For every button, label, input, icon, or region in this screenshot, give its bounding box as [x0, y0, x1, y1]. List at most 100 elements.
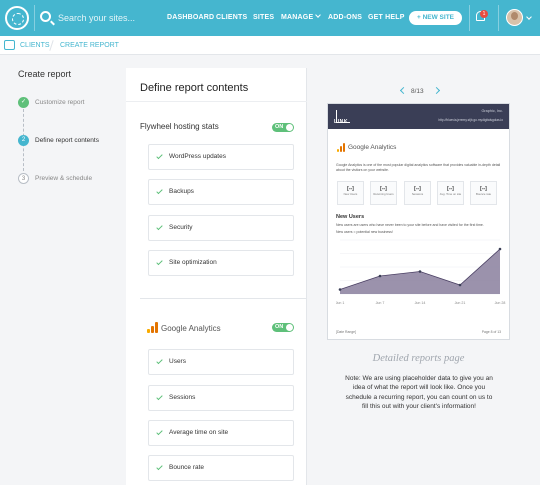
chevron-right-icon[interactable] — [432, 86, 441, 95]
breadcrumb-clients[interactable]: CLIENTS — [20, 42, 50, 49]
check-icon — [156, 223, 163, 231]
check-icon — [156, 357, 163, 365]
google-analytics-icon — [337, 143, 346, 152]
flywheel-logo-icon[interactable] — [5, 6, 29, 30]
report-item-backups[interactable]: Backups — [148, 179, 294, 205]
chart-x-tick-label: Jun 7 — [376, 301, 385, 305]
report-section-title: New Users — [336, 214, 365, 220]
check-icon — [156, 428, 163, 436]
report-date-range: [Date Range] — [336, 330, 356, 334]
toggle-label: ON — [275, 124, 284, 130]
item-label: Bounce rate — [169, 464, 205, 471]
chart-point — [338, 288, 342, 291]
chart-x-tick-label: Jun 21 — [455, 301, 466, 305]
step-complete-check-icon: ✓ — [18, 97, 29, 108]
ga-bar — [337, 149, 339, 152]
metric-card: [--] Bounce rate — [470, 181, 497, 205]
report-item-users[interactable]: Users — [148, 349, 294, 375]
nav-manage-label: MANAGE — [281, 14, 314, 21]
report-item-bounce-rate[interactable]: Bounce rate — [148, 455, 294, 481]
analytics-toggle[interactable]: ON — [272, 323, 294, 332]
avatar[interactable] — [506, 9, 523, 26]
divider — [469, 5, 470, 31]
preview-note: Note: We are using placeholder data to g… — [345, 375, 493, 410]
chevron-down-icon — [315, 12, 322, 18]
report-item-wordpress-updates[interactable]: WordPress updates — [148, 144, 294, 170]
nav-add-ons[interactable]: ADD-ONS — [328, 14, 362, 21]
new-users-chart: Jun 1 Jun 7 Jun 14 Jun 21 Jun 28 — [336, 239, 506, 305]
step-customize-report[interactable]: Customize report — [35, 99, 85, 106]
toggle-knob — [286, 124, 293, 131]
report-preview-page: LINK Graphic, Inc. http://bluevia.jeremy… — [327, 103, 510, 340]
chart-x-tick-label: Jun 14 — [415, 301, 426, 305]
nav-sites[interactable]: SITES — [253, 14, 274, 21]
report-section-text: New users are users who have never been … — [336, 223, 484, 227]
report-item-security[interactable]: Security — [148, 215, 294, 241]
chevron-down-icon[interactable] — [526, 14, 532, 20]
check-icon — [156, 187, 163, 195]
item-label: Security — [169, 224, 193, 231]
divider — [498, 5, 499, 31]
notification-badge: 1 — [480, 10, 488, 18]
metric-card: [--] Avg. Time on site — [437, 181, 464, 205]
top-navigation-bar: DASHBOARD CLIENTS SITES MANAGE ADD-ONS G… — [0, 0, 540, 36]
metric-label: New Users — [343, 192, 358, 196]
divider — [126, 101, 307, 102]
divider — [34, 5, 35, 31]
search-icon[interactable] — [40, 11, 51, 22]
ga-bar — [343, 143, 345, 152]
check-icon — [156, 152, 163, 160]
google-analytics-icon — [147, 322, 158, 333]
report-header: LINK Graphic, Inc. http://bluevia.jeremy… — [328, 104, 509, 129]
flywheel-toggle[interactable]: ON — [272, 123, 294, 132]
report-section-text: New users = potential new business! — [336, 230, 393, 234]
check-icon — [156, 258, 163, 266]
step-define-report-contents[interactable]: Define report contents — [35, 137, 99, 144]
chart-point — [418, 270, 422, 273]
nav-dashboard[interactable]: DASHBOARD — [167, 14, 214, 21]
clients-icon — [4, 40, 15, 50]
metric-card: [--] Returning Users — [370, 181, 397, 205]
item-label: Backups — [169, 188, 194, 195]
report-logo-text: LINK — [334, 119, 349, 125]
item-label: Site optimization — [169, 259, 217, 266]
ga-bar — [151, 326, 154, 333]
chart-point — [498, 247, 502, 251]
breadcrumb: CLIENTS CREATE REPORT — [0, 36, 540, 55]
item-label: Average time on site — [169, 429, 229, 436]
analytics-section-title: Google Analytics — [161, 324, 221, 333]
metric-card: [--] New Users — [337, 181, 364, 205]
ga-bar — [147, 329, 150, 333]
report-url: http://bluevia.jeremy.stjb.go.mydigitals… — [438, 118, 503, 122]
page-indicator: 8/13 — [411, 88, 424, 95]
nav-clients[interactable]: CLIENTS — [216, 14, 247, 21]
report-item-average-time[interactable]: Average time on site — [148, 420, 294, 446]
page-title: Create report — [18, 69, 72, 79]
breadcrumb-create-report[interactable]: CREATE REPORT — [60, 42, 119, 49]
report-client-name: Graphic, Inc. — [481, 109, 503, 113]
chart-x-tick-label: Jun 28 — [495, 301, 506, 305]
chevron-left-icon[interactable] — [399, 86, 408, 95]
metric-label: Avg. Time on site — [439, 192, 462, 196]
item-label: WordPress updates — [169, 153, 226, 160]
new-site-button[interactable]: + NEW SITE — [409, 11, 462, 25]
item-label: Users — [169, 358, 186, 365]
metric-card: [--] Sessions — [404, 181, 431, 205]
nav-get-help[interactable]: GET HELP — [368, 14, 405, 21]
preview-caption: Detailed reports page — [372, 353, 465, 364]
report-item-sessions[interactable]: Sessions — [148, 385, 294, 411]
report-page-number: Page 8 of 13 — [481, 330, 501, 334]
ga-bar — [155, 322, 158, 333]
check-icon — [156, 393, 163, 401]
nav-manage[interactable]: MANAGE — [281, 12, 322, 21]
check-icon — [156, 463, 163, 471]
report-description: Google Analytics is one of the most popu… — [336, 163, 501, 172]
step-preview-schedule[interactable]: Preview & schedule — [35, 175, 92, 182]
report-ga-title: Google Analytics — [348, 144, 397, 151]
metric-label: Sessions — [411, 192, 424, 196]
search-input[interactable] — [58, 11, 153, 25]
metric-label: Bounce rate — [475, 192, 492, 196]
report-item-site-optimization[interactable]: Site optimization — [148, 250, 294, 276]
step-number: 2 — [18, 135, 29, 146]
flywheel-section-title: Flywheel hosting stats — [140, 122, 219, 131]
